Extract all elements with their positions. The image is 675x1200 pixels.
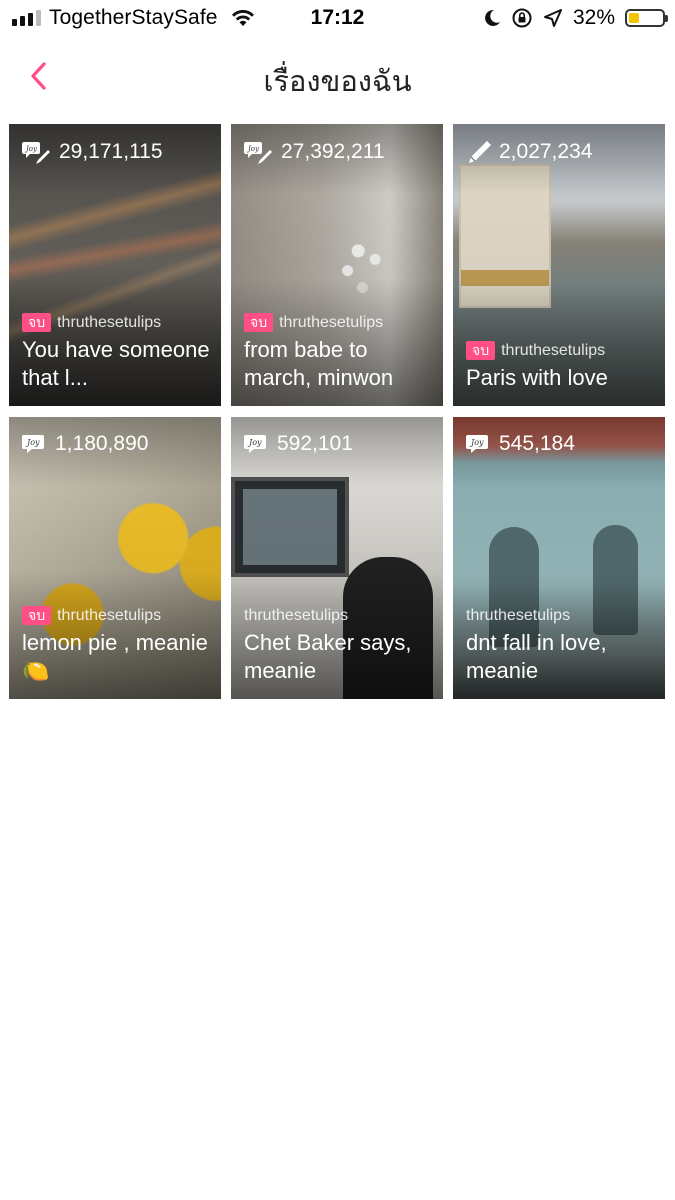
completed-badge: จบ <box>22 313 52 332</box>
moon-icon <box>485 9 500 26</box>
story-title: Paris with love <box>466 365 608 390</box>
story-card[interactable]: Joy 1,180,890 จบ thruthesetulips lemon p… <box>9 417 221 699</box>
author-name: thruthesetulips <box>57 606 162 624</box>
joy-icon: Joy <box>244 435 266 453</box>
completed-badge: จบ <box>466 341 496 360</box>
story-card[interactable]: Joy 27,392,211 จบ thruthesetulips from b… <box>231 124 443 406</box>
pen-icon <box>469 141 491 163</box>
read-count: 27,392,211 <box>281 140 385 163</box>
rotation-lock-icon <box>512 8 532 28</box>
story-title: dnt fall in love, meanie <box>466 630 607 683</box>
read-count: 29,171,115 <box>59 140 163 163</box>
read-count: 592,101 <box>277 432 353 455</box>
story-card[interactable]: Joy 29,171,115 จบ thruthesetulips You ha… <box>9 124 221 406</box>
page-title: เรื่องของฉัน <box>263 66 412 98</box>
svg-text:Joy: Joy <box>469 438 484 447</box>
svg-text:Joy: Joy <box>246 145 260 153</box>
story-title: lemon pie , meanie🍋 <box>22 630 208 683</box>
svg-text:Joy: Joy <box>247 438 262 447</box>
story-title: Chet Baker says, meanie <box>244 630 412 683</box>
read-count: 2,027,234 <box>499 140 593 163</box>
svg-text:Joy: Joy <box>24 145 38 153</box>
battery-percent: 32% <box>572 6 615 29</box>
status-bar: TogetherStaySafe 17:12 32% <box>0 0 675 40</box>
author-name: thruthesetulips <box>501 341 606 359</box>
story-card[interactable]: Joy 592,101 thruthesetulips Chet Baker s… <box>231 417 443 699</box>
nav-bar: เรื่องของฉัน <box>0 40 675 116</box>
author-name: thruthesetulips <box>279 313 384 331</box>
completed-badge: จบ <box>22 606 52 625</box>
story-title: You have someone that l... <box>22 337 210 390</box>
author-name: thruthesetulips <box>244 607 349 624</box>
read-count: 1,180,890 <box>55 432 149 455</box>
battery-icon <box>625 9 668 27</box>
story-title: from babe to march, minwon <box>244 337 394 390</box>
joy-icon: Joy <box>466 435 488 453</box>
joy-pen-icon: Joy <box>244 142 272 164</box>
svg-text:Joy: Joy <box>25 438 40 447</box>
story-card[interactable]: Joy 545,184 thruthesetulips dnt fall in … <box>453 417 665 699</box>
completed-badge: จบ <box>244 313 274 332</box>
author-name: thruthesetulips <box>466 607 571 624</box>
read-count: 545,184 <box>499 432 575 455</box>
joy-icon: Joy <box>22 435 44 453</box>
joy-pen-icon: Joy <box>22 142 50 164</box>
author-name: thruthesetulips <box>57 313 162 331</box>
location-arrow-icon <box>543 9 562 27</box>
story-grid: Joy 29,171,115 จบ thruthesetulips You ha… <box>9 124 666 699</box>
story-card[interactable]: 2,027,234 จบ thruthesetulips Paris with … <box>453 124 665 406</box>
